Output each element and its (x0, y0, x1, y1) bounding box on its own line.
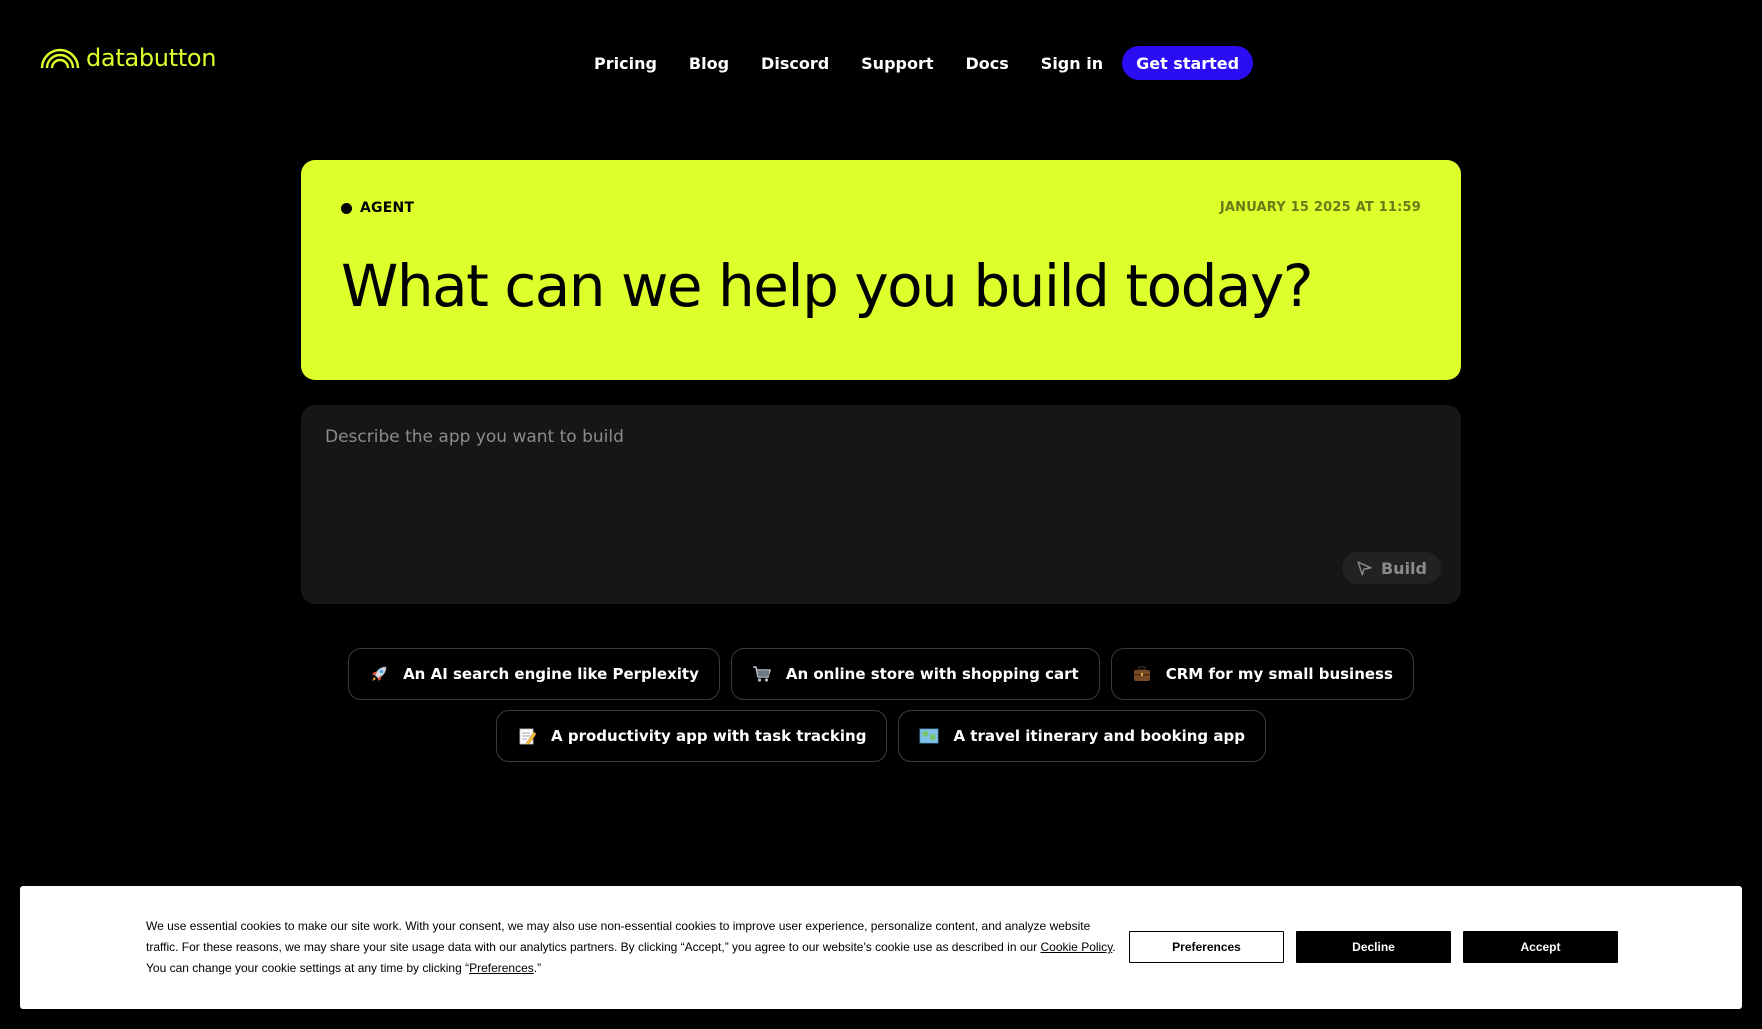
app-description-input[interactable] (325, 427, 1425, 547)
logo[interactable]: databutton (40, 44, 217, 72)
preferences-link[interactable]: Preferences (469, 961, 534, 975)
nav-link-sign-in[interactable]: Sign in (1041, 54, 1103, 73)
briefcase-icon (1132, 664, 1152, 684)
cookie-text-part: We use essential cookies to make our sit… (146, 919, 1091, 954)
build-button[interactable]: Build (1341, 552, 1441, 584)
main-nav: Pricing Blog Discord Support Docs Sign i… (578, 46, 1254, 80)
cookie-text-part: .” (533, 961, 542, 975)
logo-text: databutton (86, 44, 217, 72)
cookie-policy-link[interactable]: Cookie Policy (1041, 940, 1113, 954)
nav-link-pricing[interactable]: Pricing (594, 54, 657, 73)
map-icon (919, 726, 939, 746)
cookie-accept-button[interactable]: Accept (1463, 931, 1618, 963)
agent-badge: AGENT (341, 200, 414, 216)
hero-timestamp: JANUARY 15 2025 AT 11:59 (1219, 200, 1421, 215)
memo-icon (517, 726, 537, 746)
rocket-icon (369, 664, 389, 684)
prompt-box: Build (301, 405, 1461, 604)
cookie-decline-button[interactable]: Decline (1296, 931, 1451, 963)
suggestion-chip-crm[interactable]: CRM for my small business (1110, 648, 1414, 700)
suggestions-row-1: An AI search engine like Perplexity An o… (0, 648, 1762, 700)
suggestion-label: CRM for my small business (1165, 665, 1393, 683)
cookie-actions: Preferences Decline Accept (1129, 931, 1618, 963)
build-button-label: Build (1380, 558, 1427, 578)
suggestion-chip-online-store[interactable]: An online store with shopping cart (730, 648, 1100, 700)
nav-link-support[interactable]: Support (861, 54, 933, 73)
cookie-message: We use essential cookies to make our sit… (146, 916, 1116, 979)
suggestion-label: An online store with shopping cart (785, 665, 1079, 683)
agent-badge-label: AGENT (360, 200, 415, 216)
get-started-button[interactable]: Get started (1122, 46, 1254, 80)
suggestion-label: A travel itinerary and booking app (953, 727, 1245, 745)
suggestion-label: An AI search engine like Perplexity (403, 665, 699, 683)
cookie-preferences-button[interactable]: Preferences (1129, 931, 1284, 963)
suggestion-chip-productivity[interactable]: A productivity app with task tracking (496, 710, 888, 762)
cookie-banner: We use essential cookies to make our sit… (20, 886, 1742, 1009)
rainbow-logo-icon (40, 48, 80, 69)
nav-link-blog[interactable]: Blog (689, 54, 729, 73)
suggestion-label: A productivity app with task tracking (551, 727, 867, 745)
suggestion-chip-ai-search[interactable]: An AI search engine like Perplexity (348, 648, 720, 700)
nav-link-docs[interactable]: Docs (966, 54, 1009, 73)
nav-link-discord[interactable]: Discord (761, 54, 829, 73)
suggestion-chip-travel[interactable]: A travel itinerary and booking app (898, 710, 1266, 762)
status-dot-icon (341, 202, 352, 214)
shopping-cart-icon (752, 664, 772, 684)
page-title: What can we help you build today? (341, 252, 1314, 320)
hero-card: AGENT JANUARY 15 2025 AT 11:59 What can … (301, 160, 1461, 380)
suggestions-row-2: A productivity app with task tracking A … (0, 710, 1762, 762)
send-icon (1357, 560, 1372, 576)
